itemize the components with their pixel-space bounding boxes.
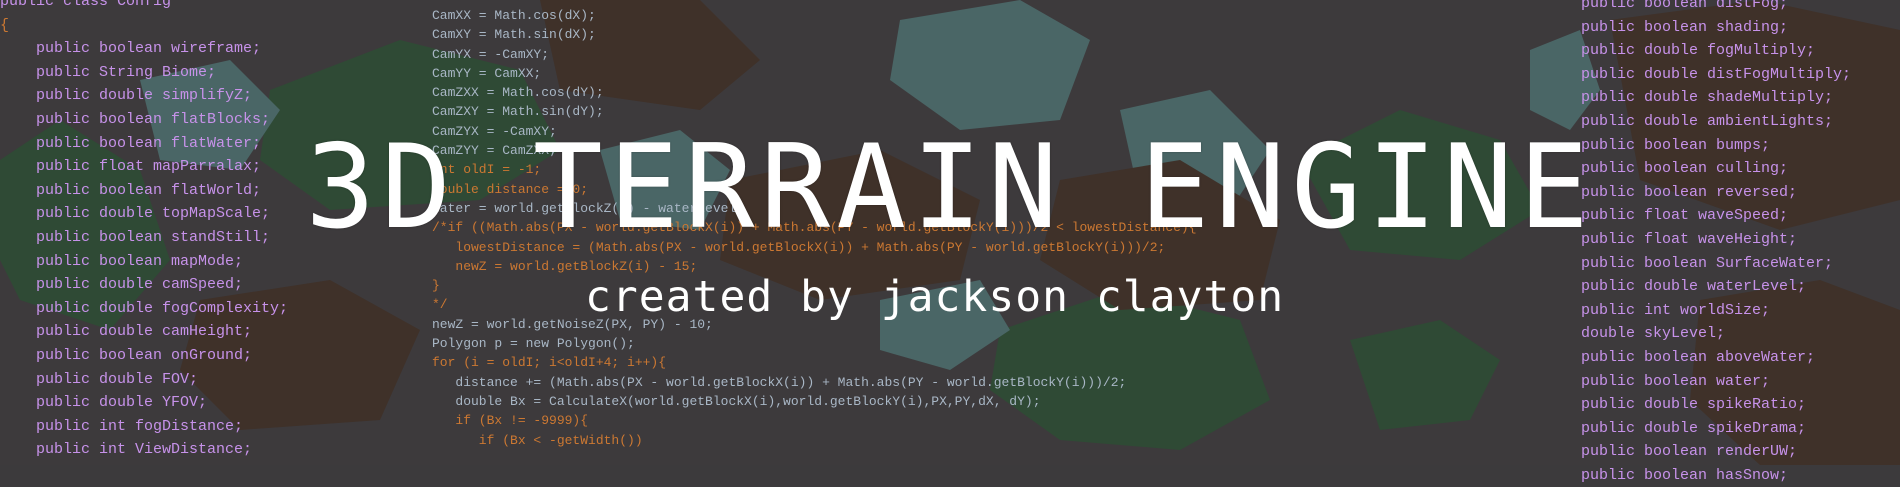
- code-line: {: [0, 16, 10, 34]
- code-line: double skyLevel;: [1581, 325, 1726, 343]
- page-subtitle: created by jackson clayton: [585, 272, 1285, 322]
- code-line: public int ViewDistance;: [0, 441, 253, 459]
- code-line: double Bx = CalculateX(world.getBlockX(i…: [432, 393, 1041, 409]
- code-line: public double shadeMultiply;: [1581, 89, 1834, 107]
- code-line: public boolean onGround;: [0, 346, 253, 364]
- code-line: CamYY = CamXX;: [432, 65, 542, 81]
- code-line: Polygon p = new Polygon();: [432, 336, 635, 352]
- code-line: distance += (Math.abs(PX - world.getBloc…: [432, 374, 1127, 390]
- code-line: for (i = oldI; i<oldI+4; i++){: [432, 355, 667, 371]
- code-line: CamXY = Math.sin(dX);: [432, 27, 596, 43]
- code-line: public double spikeDrama;: [1581, 419, 1807, 437]
- code-line: public int worldSize;: [1581, 301, 1771, 319]
- code-line: CamYX = -CamXY;: [432, 46, 550, 62]
- code-line: public class Config: [0, 0, 172, 10]
- code-line: public double waterLevel;: [1581, 278, 1807, 296]
- code-line: CamZXY = Math.sin(dY);: [432, 104, 604, 120]
- code-line: if (Bx < -getWidth()): [432, 432, 643, 448]
- code-line: if (Bx != -9999){: [432, 413, 589, 429]
- code-line: public double simplifyZ;: [0, 87, 253, 105]
- code-line: public int fogDistance;: [0, 417, 244, 435]
- code-line: public double camSpeed;: [0, 276, 244, 294]
- code-line: public double fogComplexity;: [0, 299, 289, 317]
- code-line: public boolean renderUW;: [1581, 443, 1798, 461]
- code-line: public double distFogMultiply;: [1581, 65, 1852, 83]
- code-line: public double camHeight;: [0, 323, 253, 341]
- code-line: public boolean aboveWater;: [1581, 348, 1816, 366]
- code-line: public boolean water;: [1581, 372, 1771, 390]
- code-line: public boolean hasSnow;: [1581, 466, 1789, 484]
- code-line: public double YFOV;: [0, 394, 208, 412]
- page-title: 3D TERRAIN ENGINE: [305, 120, 1595, 255]
- code-line: public double spikeRatio;: [1581, 396, 1807, 414]
- code-line: public double fogMultiply;: [1581, 42, 1816, 60]
- code-line: public boolean wireframe;: [0, 40, 262, 58]
- code-line: public boolean distFog;: [1581, 0, 1789, 12]
- code-line: CamZXX = Math.cos(dY);: [432, 85, 604, 101]
- code-line: public String Biome;: [0, 63, 217, 81]
- code-line: public double FOV;: [0, 370, 199, 388]
- code-line: CamXX = Math.cos(dX);: [432, 8, 596, 23]
- code-line: public boolean shading;: [1581, 18, 1789, 36]
- code-line: public boolean SurfaceWater;: [1581, 254, 1834, 272]
